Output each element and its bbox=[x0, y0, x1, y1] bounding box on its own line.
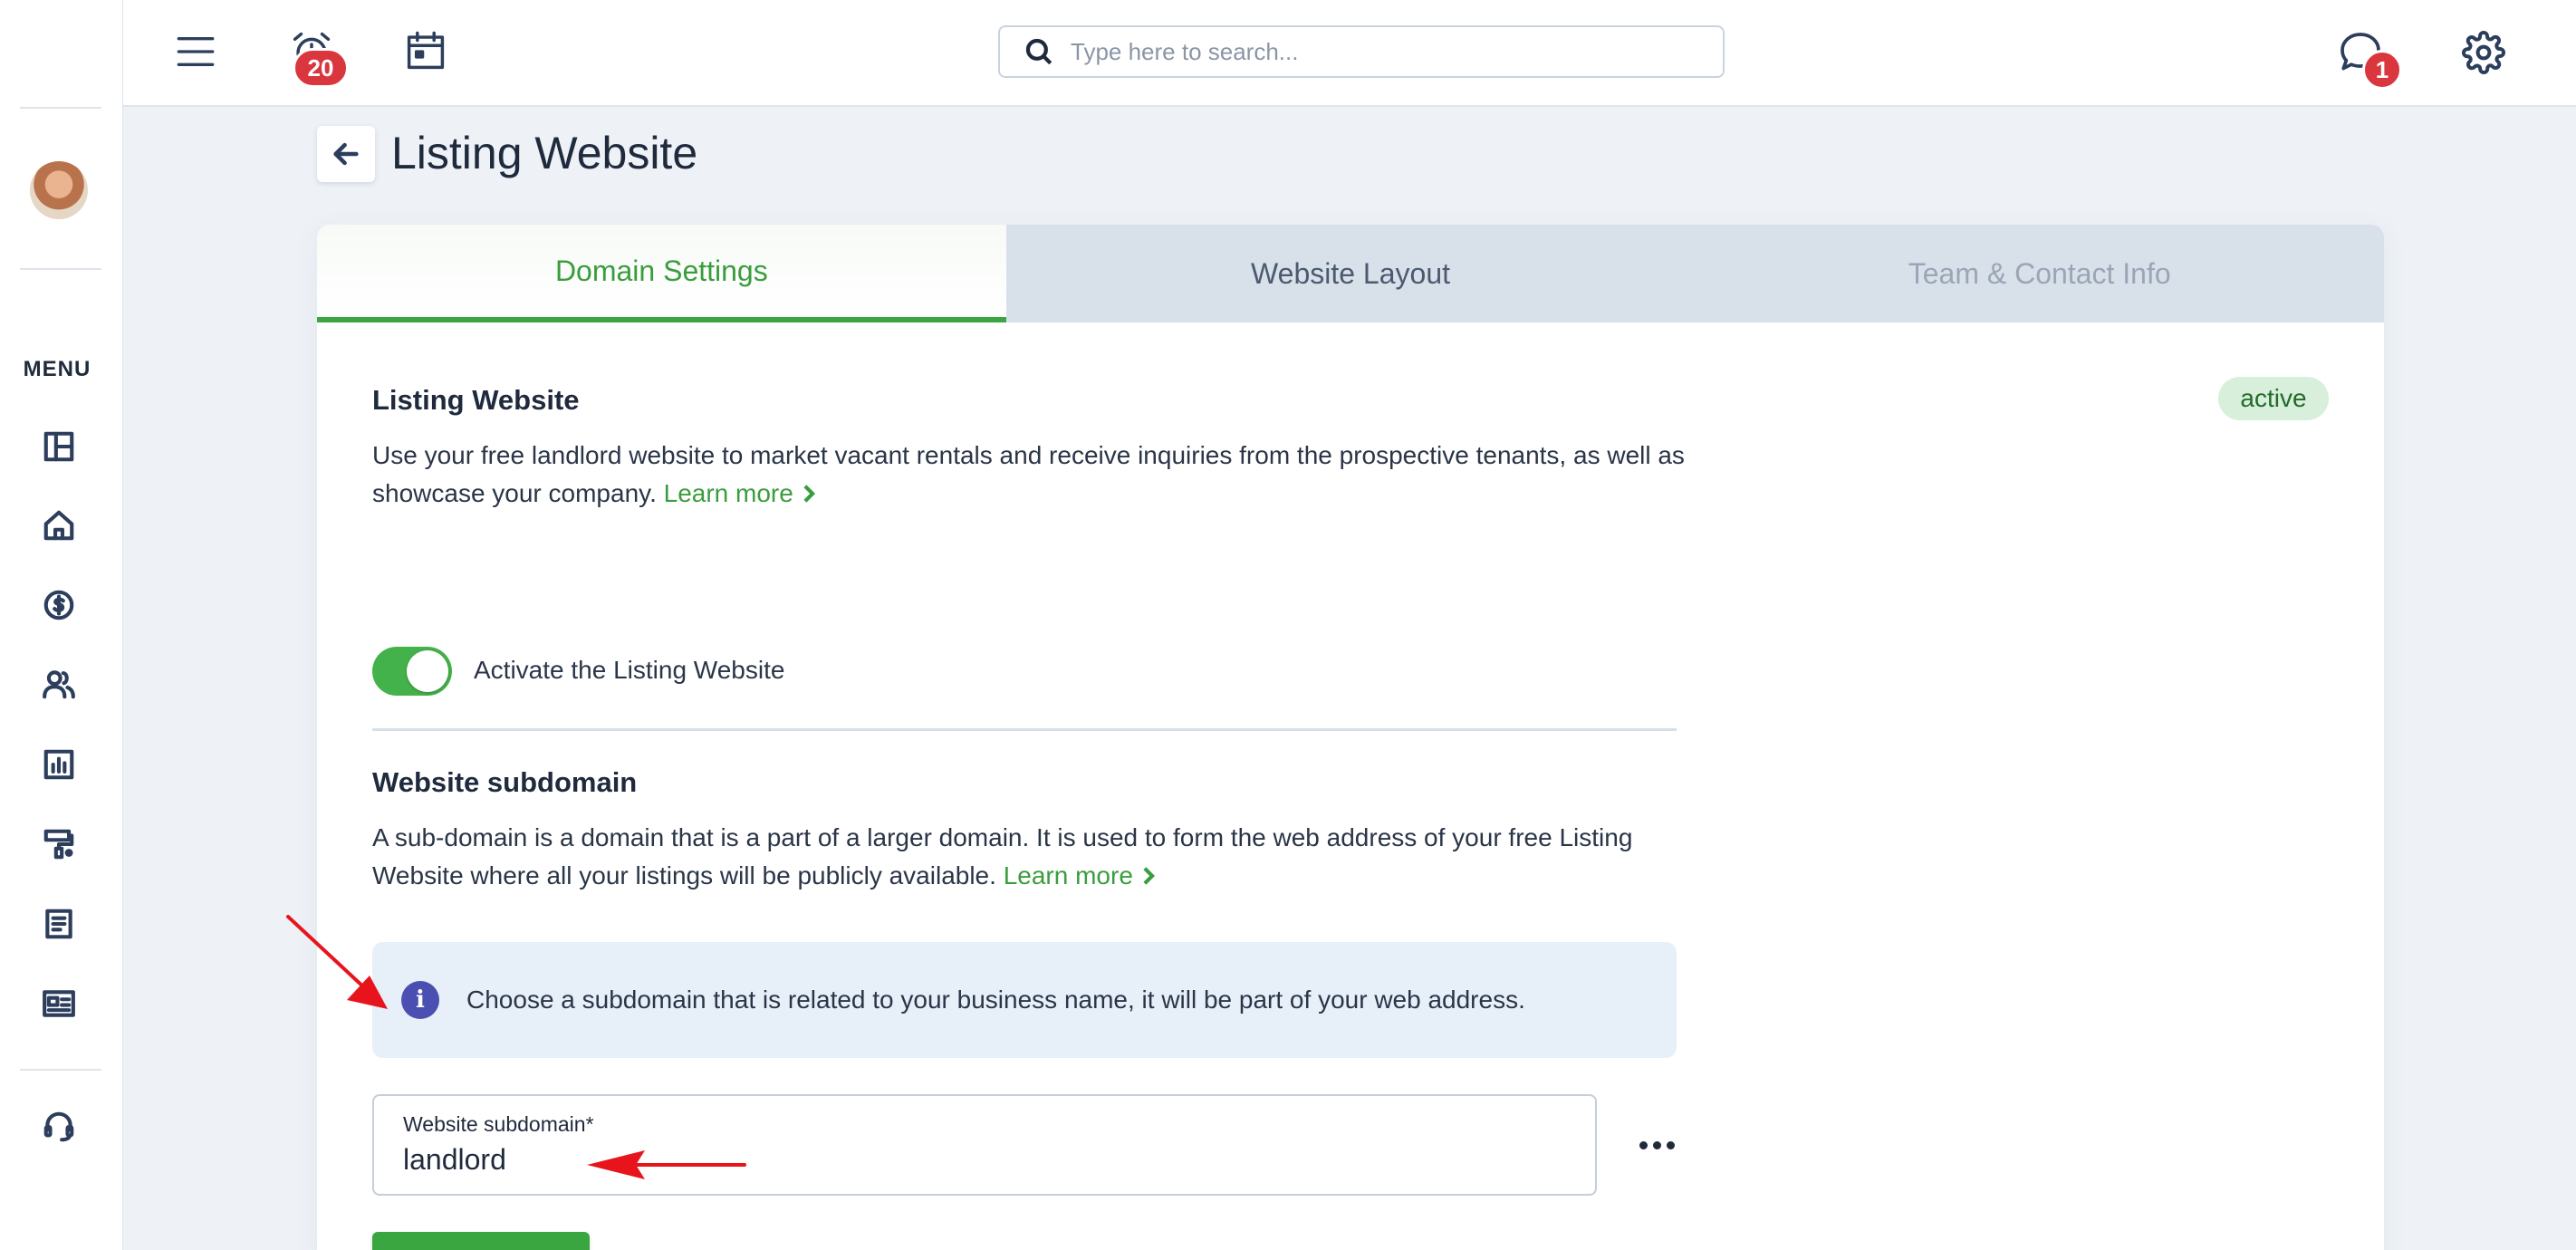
subdomain-learn-more-link[interactable]: Learn more bbox=[1004, 861, 1157, 889]
listing-icon[interactable] bbox=[39, 984, 79, 1024]
calendar-icon[interactable] bbox=[400, 25, 451, 76]
dashboard-icon[interactable] bbox=[39, 427, 79, 466]
activate-toggle[interactable] bbox=[372, 647, 452, 696]
tab-website-layout[interactable]: Website Layout bbox=[1006, 225, 1696, 322]
sidebar-divider bbox=[20, 107, 101, 109]
subdomain-input[interactable] bbox=[403, 1143, 1562, 1177]
search-icon bbox=[1025, 38, 1053, 65]
reports-icon[interactable] bbox=[39, 745, 79, 784]
info-text: Choose a subdomain that is related to yo… bbox=[466, 986, 1525, 1014]
chevron-right-icon bbox=[1143, 867, 1155, 885]
listing-website-description: Use your free landlord website to market… bbox=[372, 437, 1686, 513]
hamburger-menu-icon[interactable] bbox=[170, 28, 221, 75]
search-box[interactable] bbox=[998, 25, 1725, 78]
update-button[interactable]: Update bbox=[372, 1232, 590, 1250]
chevron-right-icon bbox=[803, 485, 815, 503]
tab-team-contact-info: Team & Contact Info bbox=[1908, 256, 2171, 290]
menu-label: MENU bbox=[23, 357, 91, 381]
notifications-count-badge: 20 bbox=[293, 48, 349, 88]
info-icon: i bbox=[401, 981, 439, 1019]
sidebar-divider bbox=[20, 268, 101, 270]
home-icon[interactable] bbox=[39, 505, 79, 545]
maintenance-icon[interactable] bbox=[39, 824, 79, 864]
status-badge: active bbox=[2218, 377, 2329, 420]
subdomain-field[interactable]: Website subdomain* bbox=[372, 1094, 1597, 1196]
settings-card: Domain Settings Website Layout Team & Co… bbox=[317, 225, 2384, 1250]
search-input[interactable] bbox=[1071, 37, 1668, 66]
sidebar: MENU bbox=[0, 0, 123, 1250]
learn-more-link[interactable]: Learn more bbox=[664, 479, 817, 507]
subdomain-field-label: Website subdomain* bbox=[403, 1112, 594, 1136]
arrow-left-icon bbox=[333, 142, 359, 166]
dollar-icon[interactable] bbox=[39, 585, 79, 625]
toggle-knob bbox=[407, 650, 448, 692]
tab-bar: Domain Settings Website Layout Team & Co… bbox=[317, 225, 2384, 322]
info-callout: i Choose a subdomain that is related to … bbox=[372, 942, 1677, 1058]
top-bar: 20 1 bbox=[123, 0, 2576, 107]
messages-count-badge: 1 bbox=[2362, 50, 2402, 90]
page-title: Listing Website bbox=[391, 128, 698, 178]
people-icon[interactable] bbox=[39, 664, 79, 704]
document-icon[interactable] bbox=[39, 904, 79, 944]
learn-more-label: Learn more bbox=[663, 479, 793, 507]
tab-domain-settings[interactable]: Domain Settings bbox=[317, 225, 1006, 322]
subdomain-title: Website subdomain bbox=[372, 766, 638, 798]
activate-toggle-label: Activate the Listing Website bbox=[474, 656, 785, 684]
listing-description-text: Use your free landlord website to market… bbox=[372, 441, 1685, 507]
back-button[interactable] bbox=[317, 126, 375, 182]
more-options-icon[interactable] bbox=[1631, 1125, 1682, 1165]
settings-gear-icon[interactable] bbox=[2456, 25, 2511, 80]
subdomain-description: A sub-domain is a domain that is a part … bbox=[372, 819, 1686, 895]
sidebar-divider bbox=[20, 1069, 101, 1071]
support-icon[interactable] bbox=[39, 1107, 79, 1147]
subdomain-description-text: A sub-domain is a domain that is a part … bbox=[372, 823, 1633, 889]
listing-website-title: Listing Website bbox=[372, 384, 580, 416]
avatar[interactable] bbox=[30, 161, 88, 219]
learn-more-label: Learn more bbox=[1003, 861, 1133, 889]
section-divider bbox=[372, 728, 1677, 731]
